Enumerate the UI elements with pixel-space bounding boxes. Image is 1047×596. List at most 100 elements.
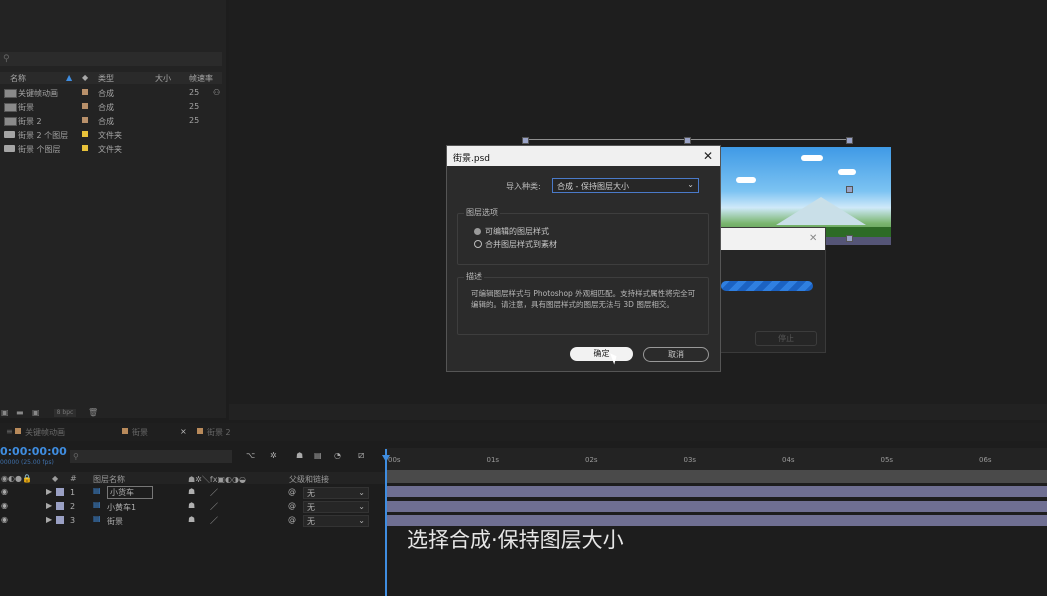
label-color-swatch[interactable] [82, 117, 88, 123]
parent-select[interactable]: 无 ⌄ [303, 487, 369, 499]
layer-row[interactable]: ◉ ▶ 3 ▤ 街景 ☗ ／ @ 无 ⌄ [0, 513, 385, 527]
search-icon: ⚲ [3, 54, 10, 64]
layer-name[interactable]: 街景 [107, 516, 123, 527]
project-item[interactable]: 街景 2 合成 25 [0, 114, 214, 127]
item-name: 街景 2 [18, 117, 42, 126]
col-layer-name[interactable]: 图层名称 [93, 474, 125, 485]
layer-row[interactable]: ◉ ▶ 2 ▤ 小黄车1 ☗ ／ @ 无 ⌄ [0, 499, 385, 513]
transform-handle[interactable] [522, 137, 529, 144]
time-ruler[interactable]: 00s 01s 02s 03s 04s 05s 06s [385, 448, 1047, 470]
col-fps[interactable]: 帧速率 [189, 73, 213, 84]
shy-switch-icon[interactable]: ☗ [188, 515, 195, 524]
transform-handle[interactable] [846, 186, 853, 193]
chevron-down-icon: ⌄ [358, 516, 365, 525]
tab-label: 街景 [132, 428, 148, 437]
expand-arrow-icon[interactable]: ▶ [46, 515, 52, 524]
transform-handle[interactable] [846, 235, 853, 242]
pickwhip-icon[interactable]: @ [288, 487, 296, 496]
parent-select[interactable]: 无 ⌄ [303, 515, 369, 527]
label-color-swatch[interactable] [82, 89, 88, 95]
item-name: 街景 [18, 103, 34, 112]
playhead-handle-icon[interactable] [382, 455, 390, 462]
import-kind-select[interactable]: 合成 - 保持图层大小 ⌄ [552, 178, 699, 193]
graph-editor-icon[interactable]: ⧄ [358, 450, 364, 461]
pickwhip-icon[interactable]: @ [288, 515, 296, 524]
frame-blending-icon[interactable]: ▤ [314, 451, 322, 460]
tab-street-2[interactable]: 街景 2 [197, 427, 231, 438]
menu-icon[interactable]: ≡ [6, 427, 13, 436]
label-color-swatch[interactable] [56, 516, 64, 524]
project-search-input[interactable]: ⚲ [0, 52, 222, 66]
label-color-swatch[interactable] [82, 145, 88, 151]
cancel-button[interactable]: 取消 [643, 347, 709, 362]
radio-merge-styles[interactable] [474, 240, 482, 248]
quality-switch-icon[interactable]: ／ [210, 501, 218, 512]
layer-name[interactable]: 小货车 [107, 486, 153, 499]
layer-number: 2 [70, 502, 76, 511]
project-item[interactable]: 街景 合成 25 [0, 100, 214, 113]
close-icon[interactable]: × [180, 427, 187, 436]
col-name[interactable]: 名称 [10, 73, 26, 84]
close-icon[interactable]: ✕ [809, 233, 817, 244]
project-column-header: 名称 ▲ ◆ 类型 大小 帧速率 [0, 72, 222, 84]
tutorial-caption: 选择合成·保持图层大小 [407, 528, 624, 552]
label-color-swatch[interactable] [82, 103, 88, 109]
tab-keyframe-animation[interactable]: 关键帧动画 [15, 427, 65, 438]
col-parent: 父级和链接 [289, 475, 329, 484]
draft-3d-icon[interactable]: ✲ [270, 451, 277, 460]
stop-button[interactable]: 停止 [755, 331, 817, 346]
new-folder-icon[interactable]: ▬ [16, 408, 24, 417]
timecode-display[interactable]: 0:00:00:00 [0, 445, 67, 458]
col-size[interactable]: 大小 [155, 73, 171, 84]
new-comp-icon[interactable]: ▣ [32, 408, 40, 417]
quality-switch-icon[interactable]: ／ [210, 515, 218, 526]
shy-layers-icon[interactable]: ☗ [296, 451, 303, 460]
project-item[interactable]: 街景 2 个图层 文件夹 [0, 128, 214, 141]
layer-track[interactable] [387, 501, 1047, 512]
ok-button[interactable]: 确定 [570, 347, 633, 361]
expand-arrow-icon[interactable]: ▶ [46, 487, 52, 496]
col-type[interactable]: 类型 [98, 73, 114, 84]
dialog-title: 街景.psd [453, 154, 490, 164]
parent-select[interactable]: 无 ⌄ [303, 501, 369, 513]
mountain [776, 197, 866, 225]
bpc-button[interactable]: 8 bpc [54, 409, 76, 417]
timeline-search-input[interactable]: ⚲ [70, 450, 232, 463]
transform-handle[interactable] [846, 137, 853, 144]
close-icon[interactable]: ✕ [703, 149, 713, 163]
expand-arrow-icon[interactable]: ▶ [46, 501, 52, 510]
eye-icon[interactable]: ◉ [1, 515, 8, 524]
chevron-down-icon: ⌄ [687, 180, 694, 189]
comp-mini-flowchart-icon[interactable]: ⌥ [246, 451, 255, 460]
flowchart-icon[interactable]: ⚇ [213, 88, 220, 97]
trash-icon[interactable]: 🗑 [88, 408, 98, 417]
eye-icon[interactable]: ◉ [1, 501, 8, 510]
option-editable-styles[interactable]: 可编辑的图层样式 [485, 226, 549, 237]
label-color-swatch[interactable] [56, 488, 64, 496]
work-area-bar[interactable] [385, 470, 1047, 483]
label-color-swatch[interactable] [82, 131, 88, 137]
project-item[interactable]: 街景 个图层 文件夹 [0, 142, 214, 155]
motion-blur-icon[interactable]: ◔ [334, 451, 341, 460]
radio-editable-styles[interactable] [474, 228, 481, 235]
layer-track[interactable] [387, 486, 1047, 497]
layer-row[interactable]: ◉ ▶ 1 ▤ 小货车 ☗ ／ @ 无 ⌄ [0, 485, 385, 499]
tab-street[interactable]: 街景 [122, 427, 148, 438]
label-color-swatch[interactable] [56, 502, 64, 510]
shy-switch-icon[interactable]: ☗ [188, 501, 195, 510]
quality-switch-icon[interactable]: ／ [210, 487, 218, 498]
progress-dialog: ✕ 停止 [716, 227, 826, 353]
eye-icon[interactable]: ◉ [1, 487, 8, 496]
parent-value: 无 [307, 503, 315, 512]
pickwhip-icon[interactable]: @ [288, 501, 296, 510]
shy-switch-icon[interactable]: ☗ [188, 487, 195, 496]
sort-up-icon[interactable]: ▲ [66, 73, 72, 82]
transform-handle[interactable] [684, 137, 691, 144]
layer-name[interactable]: 小黄车1 [107, 502, 136, 513]
playhead[interactable] [385, 449, 387, 596]
layer-column-header: ◉◐●🔒 ◆ # 图层名称 ☗✲＼fx▣◐◑◒ 父级和链接 [0, 472, 385, 484]
interpret-footage-icon[interactable]: ▣ [1, 408, 9, 417]
option-merge-styles[interactable]: 合并图层样式到素材 [485, 239, 557, 250]
project-item[interactable]: 关键帧动画 合成 25 [0, 86, 214, 99]
label-tag-icon[interactable]: ◆ [82, 73, 88, 82]
